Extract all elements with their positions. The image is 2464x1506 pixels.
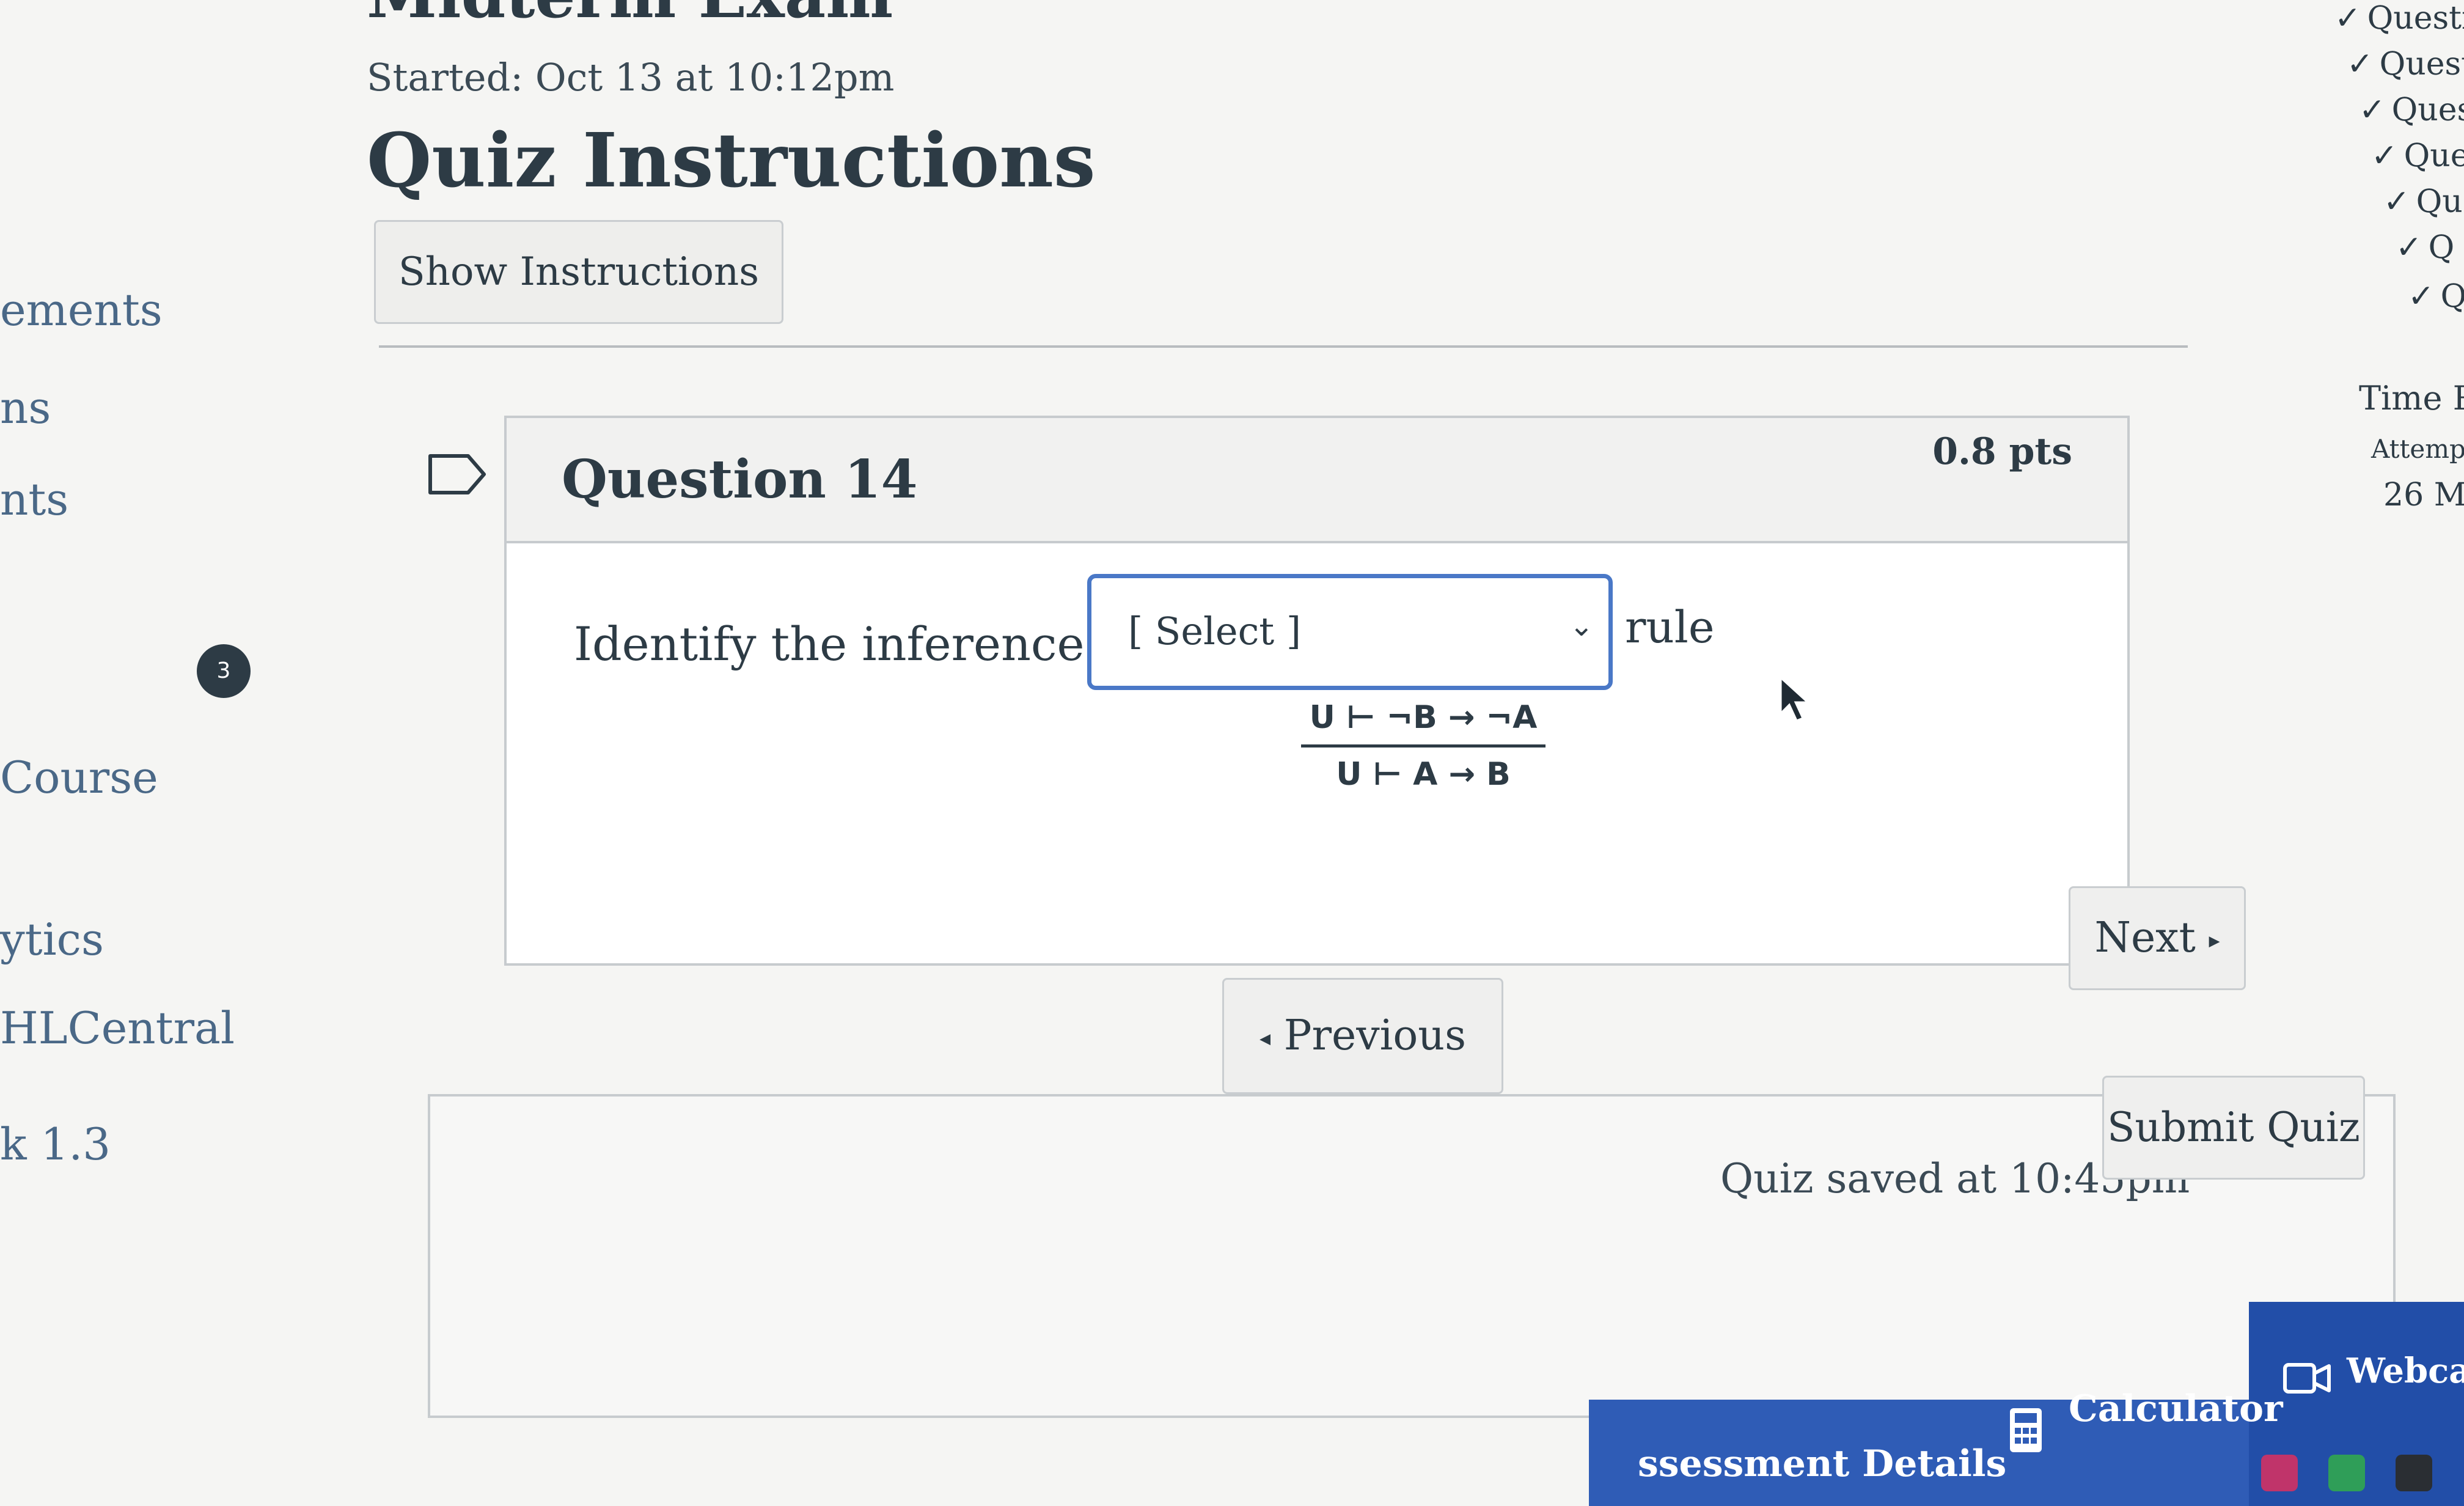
question-suffix: rule <box>1625 601 1715 653</box>
nav-item-announcements[interactable]: ements <box>0 284 163 336</box>
sidebar-question-link[interactable]: ✓ Q <box>2396 229 2454 266</box>
instructions-heading: Quiz Instructions <box>367 116 1096 204</box>
check-icon: ✓ <box>2334 0 2361 37</box>
sidebar-question-link[interactable]: ✓Quest <box>2359 92 2464 128</box>
sidebar-question-link[interactable]: ✓Questi <box>2347 46 2464 83</box>
check-icon: ✓ <box>2396 229 2422 266</box>
webcam-button[interactable]: Webcam <box>2347 1351 2464 1391</box>
time-remaining: 26 Min <box>2383 477 2464 513</box>
show-instructions-button[interactable]: Show Instructions <box>374 220 783 324</box>
exam-title: Midterm Exam <box>367 0 893 32</box>
formula-denominator: U ⊢ A → B <box>1336 756 1511 793</box>
time-running-label: Time Ru <box>2359 379 2464 417</box>
tray-app-icon[interactable] <box>2328 1455 2365 1491</box>
webcam-icon <box>2283 1363 2331 1394</box>
nav-item-week[interactable]: k 1.3 <box>0 1118 111 1170</box>
nav-item-course[interactable]: Course <box>0 752 158 803</box>
nav-item-central[interactable]: HLCentral <box>0 1002 235 1054</box>
nav-badge: 3 <box>197 644 251 698</box>
chevron-down-icon: ⌄ <box>1569 609 1594 643</box>
question-title: Question 14 <box>562 449 918 510</box>
question-points: 0.8 pts <box>1932 430 2072 473</box>
tray-app-icon[interactable] <box>2261 1455 2298 1491</box>
nav-item-assignments[interactable]: nts <box>0 474 68 525</box>
question-card: Question 14 0.8 pts Identify the inferen… <box>504 416 2130 966</box>
assessment-details-button[interactable]: ssessment Details <box>1638 1442 2006 1485</box>
triangle-right-icon: ▸ <box>2209 928 2220 953</box>
flag-question-icon[interactable] <box>428 454 486 495</box>
tray-app-icon[interactable] <box>2396 1455 2432 1491</box>
previous-button[interactable]: ◂ Previous <box>1222 978 1503 1094</box>
attempt-label: Attempt <box>2371 434 2464 464</box>
previous-label: Previous <box>1283 1012 1466 1060</box>
sidebar-question-link[interactable]: ✓ Qu <box>2383 183 2463 220</box>
next-label: Next <box>2094 914 2196 962</box>
answer-select-value: [ Select ] <box>1128 609 1302 653</box>
submit-quiz-button[interactable]: Submit Quiz <box>2102 1076 2365 1180</box>
quiz-page: ements ns nts 3 Course ytics HLCentral k… <box>0 0 2464 1506</box>
sidebar-question-link[interactable]: ✓ Q <box>2408 278 2464 315</box>
next-button[interactable]: Next ▸ <box>2069 886 2246 990</box>
check-icon: ✓ <box>2408 278 2435 315</box>
started-time: Started: Oct 13 at 10:12pm <box>367 55 895 100</box>
sidebar-question-link[interactable]: ✓ Que <box>2371 138 2464 174</box>
nav-item-analytics[interactable]: ytics <box>0 914 104 965</box>
triangle-left-icon: ◂ <box>1260 1026 1271 1051</box>
check-icon: ✓ <box>2383 183 2410 220</box>
inference-formula: U ⊢ ¬B → ¬A U ⊢ A → B <box>1301 699 1546 793</box>
header-divider <box>379 345 2188 348</box>
calculator-button[interactable]: Calculator <box>2069 1387 2283 1430</box>
formula-numerator: U ⊢ ¬B → ¬A <box>1301 699 1546 747</box>
mouse-cursor-icon <box>1780 675 1810 722</box>
submit-bar <box>428 1094 2396 1418</box>
answer-select[interactable]: [ Select ] ⌄ <box>1087 574 1613 690</box>
calculator-icon <box>2010 1408 2042 1452</box>
sidebar-question-link[interactable]: ✓Questio <box>2334 0 2464 37</box>
check-icon: ✓ <box>2347 46 2374 83</box>
check-icon: ✓ <box>2359 92 2386 128</box>
check-icon: ✓ <box>2371 138 2398 174</box>
question-header: Question 14 0.8 pts <box>507 418 2127 543</box>
nav-item-discussions[interactable]: ns <box>0 382 51 433</box>
